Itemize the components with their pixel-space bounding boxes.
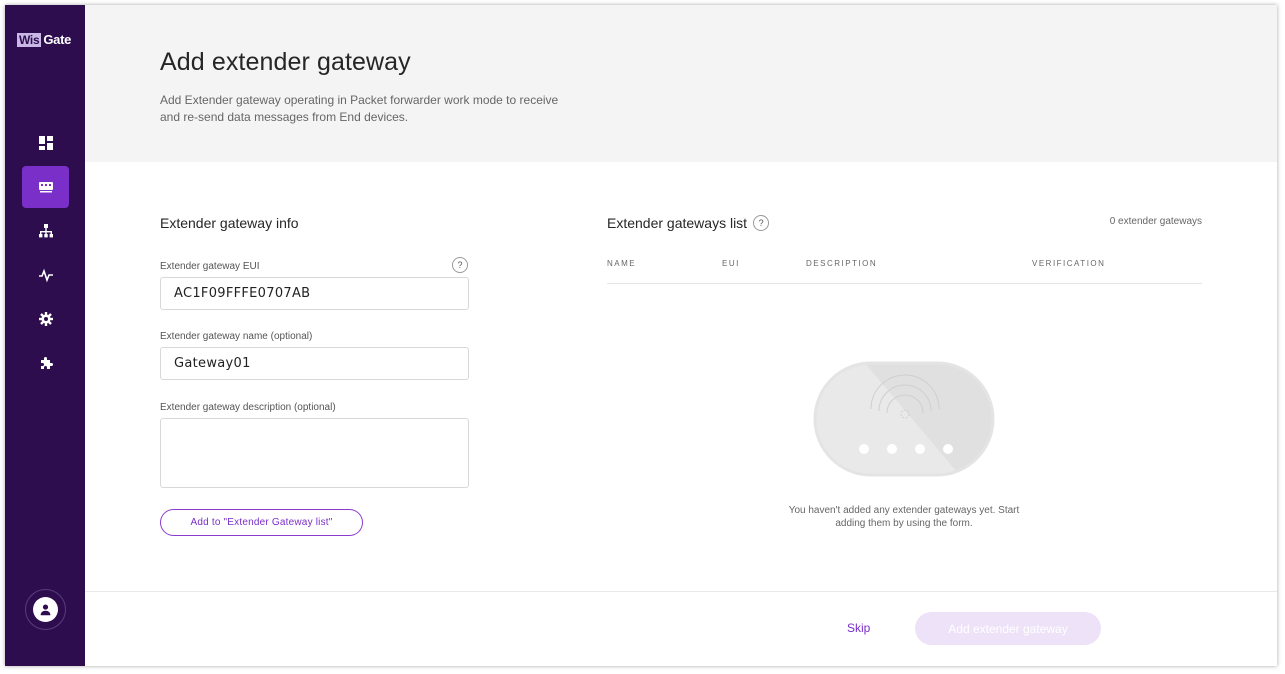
column-header-eui[interactable]: EUI (722, 259, 740, 268)
dashboard-icon (38, 136, 53, 150)
name-label: Extender gateway name (optional) (160, 331, 313, 342)
logo-wis: Wis (17, 32, 42, 47)
description-label: Extender gateway description (optional) (160, 402, 336, 413)
network-icon (38, 224, 53, 238)
description-textarea[interactable] (160, 418, 469, 488)
footer-divider (85, 591, 1277, 592)
sidebar-item-gateways[interactable] (22, 166, 69, 208)
sidebar-item-settings[interactable] (22, 298, 69, 340)
add-extender-gateway-button[interactable]: Add extender gateway (915, 612, 1101, 645)
column-header-verification[interactable]: VERIFICATION (1032, 259, 1105, 268)
column-header-name[interactable]: NAME (607, 259, 636, 268)
name-input[interactable]: Gateway01 (160, 347, 469, 380)
gateway-count: 0 extender gateways (1109, 216, 1202, 227)
skip-button[interactable]: Skip (847, 621, 870, 635)
list-title-row: Extender gateways list ? (607, 215, 770, 231)
sidebar: Wis Gate (5, 5, 85, 666)
form-title: Extender gateway info (160, 215, 299, 231)
add-to-list-button[interactable]: Add to "Extender Gateway list" (160, 509, 363, 536)
app-window: Wis Gate Add extender gateway Add Extend… (5, 5, 1277, 666)
activity-icon (38, 268, 53, 283)
settings-icon (38, 312, 53, 326)
empty-state-message: You haven't added any extender gateways … (788, 505, 1020, 529)
logo-gate: Gate (43, 32, 72, 47)
page-header: Add extender gateway Add Extender gatewa… (85, 5, 1277, 162)
sidebar-item-dashboard[interactable] (22, 122, 69, 164)
eui-label: Extender gateway EUI (160, 261, 260, 272)
list-divider (607, 283, 1202, 284)
list-help-icon[interactable]: ? (753, 215, 770, 231)
extensions-icon (40, 357, 53, 369)
eui-help-icon[interactable]: ? (452, 257, 468, 273)
user-avatar[interactable] (25, 589, 66, 630)
column-header-description[interactable]: DESCRIPTION (806, 259, 877, 268)
wisgate-logo[interactable]: Wis Gate (17, 32, 71, 47)
gateway-icon (38, 182, 53, 193)
sidebar-item-activity[interactable] (22, 254, 69, 296)
sidebar-item-network[interactable] (22, 210, 69, 252)
user-icon (40, 604, 51, 616)
empty-gateway-illustration (813, 361, 995, 477)
eui-input[interactable]: AC1F09FFFE0707AB (160, 277, 469, 310)
page-title: Add extender gateway (160, 48, 411, 76)
page-subtitle: Add Extender gateway operating in Packet… (160, 93, 559, 124)
list-title: Extender gateways list (607, 215, 748, 231)
sidebar-item-extensions[interactable] (22, 342, 69, 384)
